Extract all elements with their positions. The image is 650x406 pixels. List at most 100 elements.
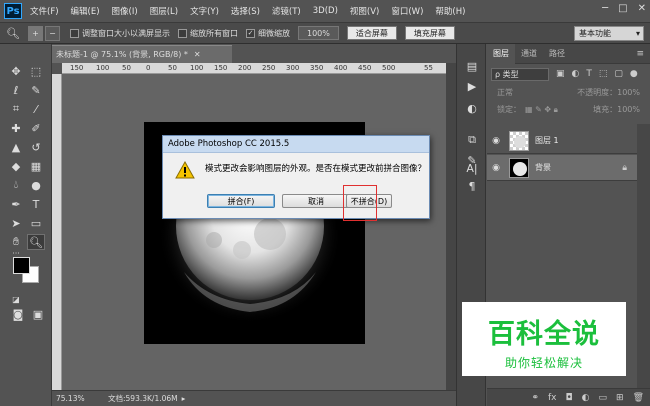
zoom-100-button[interactable]: 100% xyxy=(298,26,339,40)
new-group-icon[interactable]: ▭ xyxy=(599,393,608,403)
moon-thumbnail xyxy=(513,161,527,176)
menu-filter[interactable]: 滤镜(T) xyxy=(272,5,301,17)
path-select-tool-icon[interactable]: ➤ xyxy=(7,215,25,231)
tab-channels[interactable]: 通道 xyxy=(515,48,543,59)
close-tab-icon[interactable]: ✕ xyxy=(194,50,201,59)
brush-tool-icon[interactable]: ✐ xyxy=(27,120,45,136)
menu-image[interactable]: 图像(I) xyxy=(112,5,138,17)
panel-menu-icon[interactable]: ≡ xyxy=(636,49,644,59)
ruler-tick: 55 xyxy=(424,64,433,72)
ruler-tick: 100 xyxy=(96,64,110,72)
tab-paths[interactable]: 路径 xyxy=(543,48,571,59)
new-layer-icon[interactable]: ⊞ xyxy=(616,393,624,403)
menu-select[interactable]: 选择(S) xyxy=(231,5,260,17)
rectangle-tool-icon[interactable]: ▭ xyxy=(27,215,45,231)
zoom-out-icon[interactable]: − xyxy=(45,25,60,41)
watermark-logo: 百科全说 助你轻松解决 xyxy=(462,302,626,376)
eyedropper-tool-icon[interactable]: ⁄ xyxy=(27,101,45,117)
history-panel-icon[interactable]: ▤ xyxy=(463,58,481,74)
menu-file[interactable]: 文件(F) xyxy=(30,5,59,17)
eraser-tool-icon[interactable]: ◆ xyxy=(7,158,25,174)
filter-type-icon[interactable]: T xyxy=(586,69,592,79)
clone-source-panel-icon[interactable]: ⧉ xyxy=(463,132,481,148)
menu-layer[interactable]: 图层(L) xyxy=(150,5,178,17)
zoom-tool-icon[interactable]: 🔍︎ xyxy=(27,234,45,250)
status-arrow-icon[interactable]: ▸ xyxy=(182,394,186,403)
menu-bar: Ps 文件(F) 编辑(E) 图像(I) 图层(L) 文字(Y) 选择(S) 滤… xyxy=(0,0,650,22)
lasso-tool-icon[interactable]: ℓ xyxy=(7,82,25,98)
default-colors-icon[interactable]: ◪ xyxy=(7,291,25,307)
more-tools-icon[interactable]: ··· xyxy=(7,249,25,258)
fill-screen-button[interactable]: 填充屏幕 xyxy=(404,26,455,40)
healing-brush-tool-icon[interactable]: ✚ xyxy=(7,120,25,136)
type-tool-icon[interactable]: T xyxy=(27,196,45,212)
zoom-level-readout[interactable]: 75.13% xyxy=(52,394,102,403)
adjustment-layer-icon[interactable]: ◐ xyxy=(582,393,590,403)
maximize-icon[interactable]: □ xyxy=(618,3,627,14)
screen-mode-icon[interactable]: ▣ xyxy=(29,306,47,322)
zoom-in-icon[interactable]: + xyxy=(28,25,43,41)
eye-icon[interactable]: ◉ xyxy=(487,163,505,173)
layer-filter-select[interactable]: ρ 类型 xyxy=(491,67,549,81)
adjustments-panel-icon[interactable]: ◐ xyxy=(463,100,481,116)
layers-scrollbar[interactable] xyxy=(637,124,650,406)
flatten-button[interactable]: 拼合(F) xyxy=(207,194,275,208)
minimize-icon[interactable]: ─ xyxy=(602,3,608,14)
filter-toggle-icon[interactable]: ● xyxy=(630,69,638,79)
foreground-color-swatch[interactable] xyxy=(13,257,30,274)
ruler-tick: 500 xyxy=(382,64,396,72)
menu-help[interactable]: 帮助(H) xyxy=(435,5,465,17)
zoom-all-windows-checkbox[interactable]: 缩放所有窗口 xyxy=(178,28,238,39)
filter-adjust-icon[interactable]: ◐ xyxy=(572,69,580,79)
opacity-field[interactable]: 不透明度：100% xyxy=(577,87,640,98)
filter-shape-icon[interactable]: ⬚ xyxy=(599,69,608,79)
menu-type[interactable]: 文字(Y) xyxy=(190,5,219,17)
layer-name: 图层 1 xyxy=(535,136,559,145)
blend-mode-select[interactable]: 正常 xyxy=(497,87,513,98)
workspace-select[interactable]: 基本功能 ▾ xyxy=(574,26,644,41)
menu-3d[interactable]: 3D(D) xyxy=(313,6,338,16)
zoom-tool-preset-icon[interactable]: 🔍︎ xyxy=(6,27,28,40)
character-panel-icon[interactable]: A| xyxy=(463,160,481,176)
zoom-all-windows-label: 缩放所有窗口 xyxy=(190,28,238,38)
layer-thumbnail xyxy=(509,130,529,151)
delete-layer-icon[interactable]: 🗑︎ xyxy=(633,393,644,403)
menu-view[interactable]: 视图(V) xyxy=(350,5,379,17)
document-scrollbar[interactable] xyxy=(446,63,456,390)
add-mask-icon[interactable]: ◘ xyxy=(566,393,573,403)
lock-icons[interactable]: ▦ ✎ ✥ 🔒︎ xyxy=(525,105,558,115)
document-tab-title: 未标题-1 @ 75.1% (背景, RGB/8) * xyxy=(56,50,188,59)
dodge-tool-icon[interactable]: ● xyxy=(27,177,45,193)
layer-thumbnail xyxy=(509,157,529,178)
layer-row-layer1[interactable]: ◉ 图层 1 xyxy=(487,128,637,154)
move-tool-icon[interactable]: ✥ xyxy=(7,63,25,79)
menu-edit[interactable]: 编辑(E) xyxy=(71,5,100,17)
eye-icon[interactable]: ◉ xyxy=(487,136,505,146)
crop-tool-icon[interactable]: ⌗ xyxy=(7,101,25,117)
gradient-tool-icon[interactable]: ▦ xyxy=(27,158,45,174)
menu-window[interactable]: 窗口(W) xyxy=(391,5,423,17)
filter-smart-icon[interactable]: ▢ xyxy=(614,69,623,79)
quick-select-tool-icon[interactable]: ✎ xyxy=(27,82,45,98)
clone-stamp-tool-icon[interactable]: ▲ xyxy=(7,139,25,155)
pen-tool-icon[interactable]: ✒ xyxy=(7,196,25,212)
fill-field[interactable]: 填充：100% xyxy=(593,104,640,115)
history-brush-tool-icon[interactable]: ↺ xyxy=(27,139,45,155)
layer-row-background[interactable]: ◉ 背景 🔒︎ xyxy=(487,155,637,181)
paragraph-panel-icon[interactable]: ¶ xyxy=(463,178,481,194)
cancel-button[interactable]: 取消 xyxy=(282,194,350,208)
link-layers-icon[interactable]: ⚭ xyxy=(531,393,539,403)
marquee-tool-icon[interactable]: ⬚ xyxy=(27,63,45,79)
layer-style-icon[interactable]: fx xyxy=(548,393,557,403)
filter-pixel-icon[interactable]: ▣ xyxy=(556,69,565,79)
resize-windows-checkbox[interactable]: 调整窗口大小以满屏显示 xyxy=(70,28,170,39)
quick-mask-icon[interactable]: ◙ xyxy=(9,306,27,322)
scrubby-zoom-label: 细微缩放 xyxy=(258,28,290,38)
scrubby-zoom-checkbox[interactable]: ✓ 细微缩放 xyxy=(246,28,290,39)
blur-tool-icon[interactable]: 💧︎ xyxy=(7,177,25,193)
document-tab[interactable]: 未标题-1 @ 75.1% (背景, RGB/8) * ✕ xyxy=(52,45,232,63)
tab-layers[interactable]: 图层 xyxy=(487,43,515,64)
close-icon[interactable]: ✕ xyxy=(638,3,646,14)
fit-screen-button[interactable]: 适合屏幕 xyxy=(346,26,397,40)
actions-panel-icon[interactable]: ▶ xyxy=(463,78,481,94)
